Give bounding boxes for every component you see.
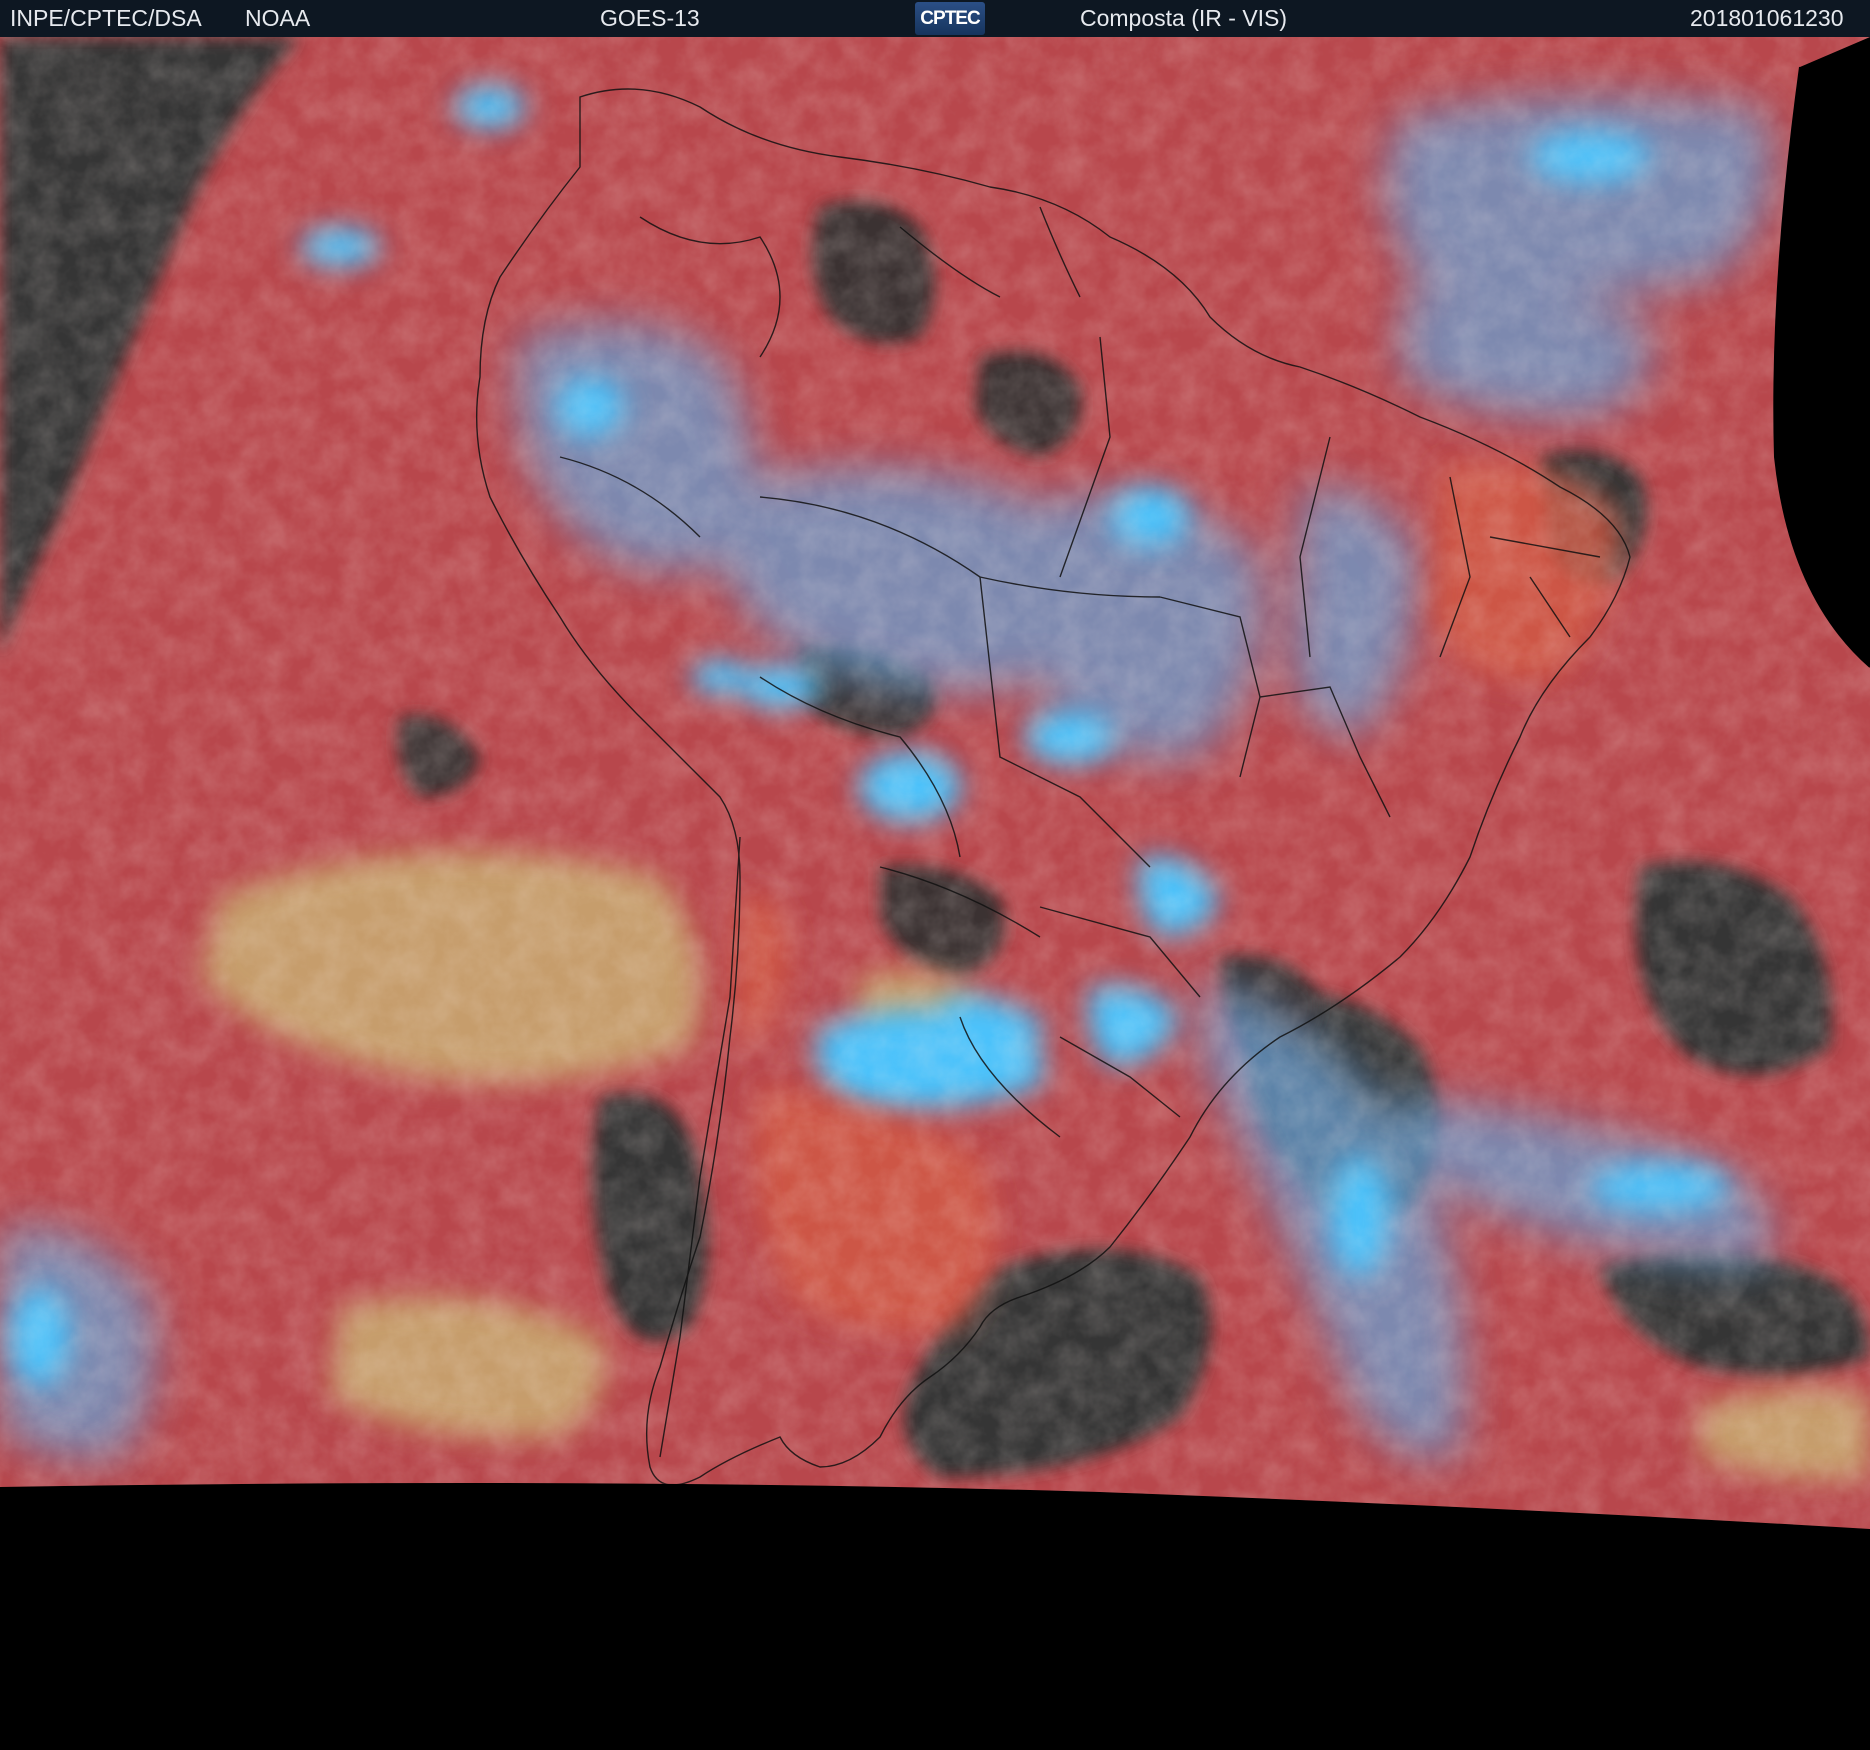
institution-label: INPE/CPTEC/DSA (10, 5, 202, 31)
satellite-composite-image (0, 37, 1870, 1750)
satellite-label: GOES-13 (600, 5, 700, 31)
satellite-image-svg (0, 37, 1870, 1750)
timestamp-label: 201801061230 (1690, 5, 1844, 31)
cptec-logo-text: CPTEC (920, 8, 980, 29)
cptec-logo: CPTEC (915, 2, 985, 35)
image-header-bar: INPE/CPTEC/DSA NOAA GOES-13 CPTEC Compos… (0, 0, 1870, 37)
agency-label: NOAA (245, 5, 311, 31)
product-label: Composta (IR - VIS) (1080, 5, 1288, 31)
